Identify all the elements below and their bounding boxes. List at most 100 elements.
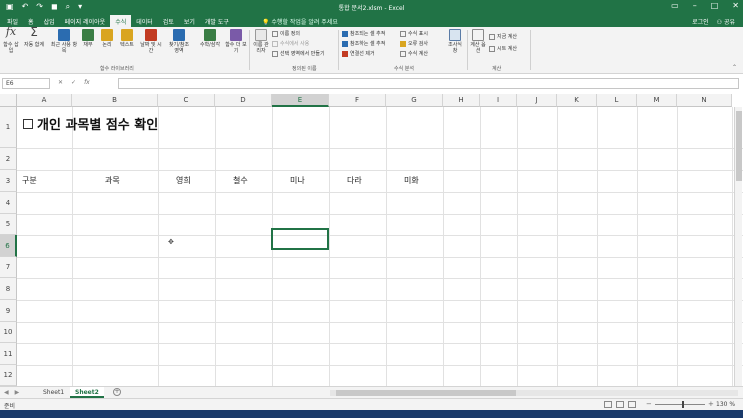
cell-f3[interactable]: 다라 bbox=[347, 175, 362, 186]
text-functions-button[interactable]: 텍스트 bbox=[117, 29, 137, 48]
cell-b3[interactable]: 과목 bbox=[105, 175, 120, 186]
column-header-c[interactable]: C bbox=[158, 94, 215, 107]
normal-view-icon[interactable] bbox=[604, 401, 612, 408]
calc-now-button[interactable]: 지금 계산 bbox=[489, 33, 517, 40]
column-header-m[interactable]: M bbox=[637, 94, 677, 107]
tab-page-layout[interactable]: 페이지 레이아웃 bbox=[60, 15, 111, 27]
prev-sheet-icon[interactable]: ◀ bbox=[4, 389, 9, 396]
row-header-6[interactable]: 6 bbox=[0, 235, 17, 257]
column-header-f[interactable]: F bbox=[329, 94, 386, 107]
autosum-button[interactable]: Σ 자동 합계 bbox=[23, 26, 45, 48]
logical-button[interactable]: 논리 bbox=[99, 29, 115, 48]
name-box[interactable]: E6 bbox=[2, 78, 50, 89]
lookup-button[interactable]: 찾기/참조 영역 bbox=[166, 29, 192, 54]
evaluate-formula-button[interactable]: 수식 계산 bbox=[400, 50, 428, 57]
row-header-3[interactable]: 3 bbox=[0, 170, 17, 192]
cell-d3[interactable]: 철수 bbox=[233, 175, 248, 186]
page-break-view-icon[interactable] bbox=[628, 401, 636, 408]
tab-formulas[interactable]: 수식 bbox=[110, 15, 132, 27]
sheet-tab-sheet2[interactable]: Sheet2 bbox=[70, 387, 104, 398]
tell-me-search[interactable]: 💡 수행할 작업을 알려 주세요 bbox=[262, 17, 338, 26]
watch-window-button[interactable]: 조사식 창 bbox=[446, 29, 464, 54]
error-checking-button[interactable]: 오류 검사 bbox=[400, 40, 428, 47]
create-from-selection-button[interactable]: 선택 영역에서 만들기 bbox=[272, 50, 325, 57]
financial-button[interactable]: 재무 bbox=[80, 29, 96, 48]
zoom-slider[interactable] bbox=[655, 401, 705, 408]
row-header-8[interactable]: 8 bbox=[0, 278, 17, 300]
vertical-scrollbar[interactable] bbox=[734, 107, 742, 386]
row-header-11[interactable]: 11 bbox=[0, 343, 17, 365]
next-sheet-icon[interactable]: ▶ bbox=[15, 389, 20, 396]
check-icon[interactable]: ✓ bbox=[71, 79, 76, 86]
sign-in-link[interactable]: 로그인 bbox=[692, 17, 709, 26]
column-header-l[interactable]: L bbox=[597, 94, 637, 107]
row-header-1[interactable]: 1 bbox=[0, 107, 17, 148]
zoom-level[interactable]: 130 % bbox=[716, 401, 735, 408]
formula-input[interactable] bbox=[118, 78, 739, 89]
worksheet-grid[interactable]: A B C D E F G H I J K L M N 1 2 3 4 5 6 … bbox=[0, 94, 743, 399]
remove-arrows-button[interactable]: 연결선 제거 bbox=[342, 50, 375, 57]
row-header-5[interactable]: 5 bbox=[0, 214, 17, 235]
define-name-button[interactable]: 이름 정의 bbox=[272, 30, 300, 37]
column-header-n[interactable]: N bbox=[677, 94, 732, 107]
row-header-10[interactable]: 10 bbox=[0, 322, 17, 343]
tab-data[interactable]: 데이터 bbox=[131, 15, 158, 27]
sheet-tab-sheet1[interactable]: Sheet1 bbox=[38, 387, 69, 398]
horizontal-scrollbar[interactable] bbox=[330, 390, 738, 396]
show-formulas-button[interactable]: 수식 표시 bbox=[400, 30, 428, 37]
recent-functions-button[interactable]: 최근 사용 항목 bbox=[50, 29, 78, 54]
scroll-thumb[interactable] bbox=[736, 111, 742, 181]
cell-e3[interactable]: 미나 bbox=[290, 175, 305, 186]
zoom-knob[interactable] bbox=[682, 401, 684, 408]
more-functions-button[interactable]: 함수 더 보기 bbox=[225, 29, 247, 54]
close-icon[interactable]: ✕ bbox=[732, 1, 739, 10]
trace-precedents-button[interactable]: 참조되는 셀 추적 bbox=[342, 30, 385, 37]
text-label: 텍스트 bbox=[120, 42, 134, 48]
ribbon-display-icon[interactable]: ▭ bbox=[671, 1, 679, 10]
insert-function-button[interactable]: fx 함수 삽입 bbox=[3, 26, 19, 54]
row-header-4[interactable]: 4 bbox=[0, 192, 17, 214]
row-header-12[interactable]: 12 bbox=[0, 365, 17, 386]
maximize-icon[interactable]: □ bbox=[711, 1, 719, 10]
calc-options-button[interactable]: 계산 옵션 bbox=[470, 29, 486, 54]
fx-icon[interactable]: fx bbox=[84, 79, 90, 86]
column-header-b[interactable]: B bbox=[72, 94, 158, 107]
row-header-7[interactable]: 7 bbox=[0, 257, 17, 278]
selected-cell-e6[interactable] bbox=[271, 228, 329, 250]
tab-review[interactable]: 검토 bbox=[158, 15, 179, 27]
tab-view[interactable]: 보기 bbox=[179, 15, 200, 27]
column-header-g[interactable]: G bbox=[386, 94, 443, 107]
calc-sheet-button[interactable]: 시트 계산 bbox=[489, 45, 517, 52]
error-checking-label: 오류 검사 bbox=[408, 41, 428, 47]
row-header-9[interactable]: 9 bbox=[0, 300, 17, 322]
cell-c3[interactable]: 영희 bbox=[176, 175, 191, 186]
zoom-in-icon[interactable]: + bbox=[708, 400, 714, 408]
tab-developer[interactable]: 개발 도구 bbox=[200, 15, 234, 27]
zoom-out-icon[interactable]: − bbox=[646, 400, 652, 408]
add-sheet-icon[interactable]: + bbox=[113, 388, 121, 396]
column-header-a[interactable]: A bbox=[17, 94, 72, 107]
cancel-icon[interactable]: ✕ bbox=[58, 79, 63, 86]
select-all-corner[interactable] bbox=[0, 94, 17, 107]
row-header-2[interactable]: 2 bbox=[0, 148, 17, 170]
sheet-title-cell[interactable]: 개인 과목별 점수 확인 bbox=[23, 114, 158, 133]
column-header-d[interactable]: D bbox=[215, 94, 272, 107]
use-in-formula-button[interactable]: 수식에서 사용 bbox=[272, 40, 309, 47]
column-header-j[interactable]: J bbox=[517, 94, 557, 107]
scroll-thumb[interactable] bbox=[336, 390, 516, 396]
cell-a3[interactable]: 구분 bbox=[22, 175, 37, 186]
trace-dependents-button[interactable]: 참조하는 셀 추적 bbox=[342, 40, 385, 47]
minimize-icon[interactable]: – bbox=[693, 1, 697, 10]
collapse-ribbon-icon[interactable]: ⌃ bbox=[732, 64, 737, 71]
column-header-k[interactable]: K bbox=[557, 94, 597, 107]
cell-g3[interactable]: 미화 bbox=[404, 175, 419, 186]
name-manager-button[interactable]: 이름 관리자 bbox=[252, 29, 270, 54]
share-button[interactable]: ⚇ 공유 bbox=[717, 17, 735, 26]
tab-insert[interactable]: 삽입 bbox=[39, 15, 60, 27]
column-header-h[interactable]: H bbox=[443, 94, 480, 107]
math-button[interactable]: 수학/삼각 bbox=[196, 29, 224, 48]
datetime-button[interactable]: 날짜 및 시간 bbox=[138, 29, 164, 54]
column-header-i[interactable]: I bbox=[480, 94, 517, 107]
page-layout-view-icon[interactable] bbox=[616, 401, 624, 408]
column-header-e[interactable]: E bbox=[272, 94, 329, 107]
